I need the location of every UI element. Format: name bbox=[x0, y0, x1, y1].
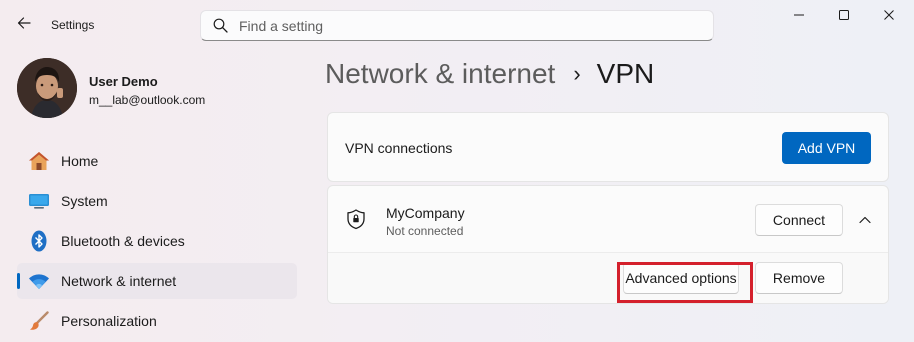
system-icon bbox=[17, 183, 61, 219]
sidebar-item-label: Personalization bbox=[61, 313, 157, 329]
breadcrumb: Network & internet › VPN bbox=[325, 58, 654, 90]
sidebar-item-label: Home bbox=[61, 153, 99, 169]
search-box[interactable] bbox=[200, 10, 714, 41]
wifi-icon bbox=[17, 263, 61, 299]
maximize-icon bbox=[838, 8, 850, 26]
connection-status: Not connected bbox=[386, 224, 464, 238]
vpn-connection-actions: Advanced options Remove bbox=[328, 253, 888, 303]
vpn-connection-card: MyCompany Not connected Connect Advanced… bbox=[327, 185, 889, 304]
minimize-icon bbox=[793, 8, 805, 26]
home-icon bbox=[17, 143, 61, 179]
sidebar-item-label: Network & internet bbox=[61, 273, 177, 289]
back-button[interactable] bbox=[10, 11, 38, 39]
shield-icon bbox=[345, 208, 367, 230]
user-email: m__lab@outlook.com bbox=[89, 93, 206, 107]
advanced-options-button[interactable]: Advanced options bbox=[623, 262, 739, 294]
sidebar-item-home[interactable]: Home bbox=[17, 143, 297, 179]
vpn-connections-card: VPN connections Add VPN bbox=[327, 112, 889, 182]
app-title: Settings bbox=[51, 18, 95, 32]
close-icon bbox=[883, 8, 895, 26]
sidebar-item-bluetooth[interactable]: Bluetooth & devices bbox=[17, 223, 297, 259]
active-indicator bbox=[17, 273, 20, 289]
search-icon bbox=[201, 18, 239, 33]
add-vpn-button[interactable]: Add VPN bbox=[782, 132, 871, 164]
connect-button[interactable]: Connect bbox=[755, 204, 843, 236]
chevron-up-icon[interactable] bbox=[852, 207, 878, 233]
sidebar-nav: Home System Bluetooth & devices Network … bbox=[17, 143, 297, 342]
breadcrumb-parent[interactable]: Network & internet bbox=[325, 58, 555, 90]
minimize-button[interactable] bbox=[776, 0, 822, 34]
breadcrumb-separator-icon: › bbox=[573, 61, 581, 86]
vpn-connections-label: VPN connections bbox=[345, 140, 453, 156]
avatar bbox=[17, 58, 77, 118]
sidebar-item-network[interactable]: Network & internet bbox=[17, 263, 297, 299]
search-input[interactable] bbox=[239, 17, 679, 34]
remove-button[interactable]: Remove bbox=[755, 262, 843, 294]
back-arrow-icon bbox=[17, 16, 31, 35]
connection-name: MyCompany bbox=[386, 205, 465, 221]
sidebar-item-personalization[interactable]: Personalization bbox=[17, 303, 297, 339]
close-button[interactable] bbox=[866, 0, 912, 34]
user-name: User Demo bbox=[89, 74, 158, 89]
vpn-connection-header[interactable]: MyCompany Not connected Connect bbox=[328, 186, 888, 252]
brush-icon bbox=[17, 303, 61, 339]
bluetooth-icon bbox=[17, 223, 61, 259]
sidebar-item-label: Bluetooth & devices bbox=[61, 233, 185, 249]
sidebar-item-label: System bbox=[61, 193, 108, 209]
user-profile[interactable]: User Demo m__lab@outlook.com bbox=[17, 58, 297, 118]
maximize-button[interactable] bbox=[821, 0, 867, 34]
title-bar: Settings bbox=[0, 0, 914, 48]
page-title: VPN bbox=[596, 58, 655, 89]
sidebar-item-system[interactable]: System bbox=[17, 183, 297, 219]
